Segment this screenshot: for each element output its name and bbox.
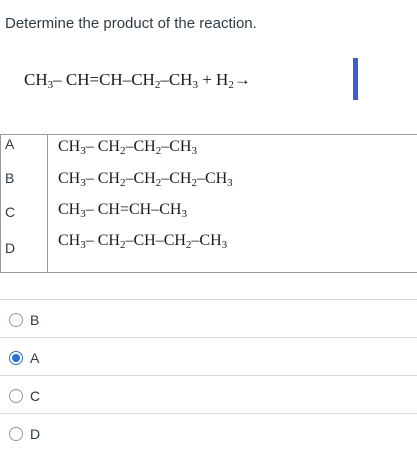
formula-part: – CH=CH–CH bbox=[85, 201, 182, 218]
reaction-part: – CH=CH–CH bbox=[53, 70, 155, 89]
formula-part: –CH bbox=[191, 232, 222, 249]
text-cursor-bar bbox=[353, 58, 358, 100]
reaction-equation: CH3– CH=CH–CH2–CH3 + H2→ bbox=[24, 70, 251, 91]
question-text: Determine the product of the reaction. bbox=[5, 15, 257, 32]
answer-label-d: D bbox=[30, 426, 41, 442]
answer-label-a: A bbox=[30, 350, 40, 366]
table-border-top bbox=[0, 134, 417, 135]
options-table: A B C D CH3– CH2–CH2–CH3 CH3– CH2–CH2–CH… bbox=[0, 134, 417, 273]
formula-part: –CH bbox=[161, 138, 192, 155]
formula-part: CH bbox=[58, 138, 81, 155]
formula-part: – CH bbox=[85, 170, 120, 187]
answer-option-a[interactable]: A bbox=[0, 340, 417, 377]
formula-part: CH bbox=[58, 170, 81, 187]
option-letter-c: C bbox=[5, 204, 16, 220]
formula-subscript: 3 bbox=[191, 145, 197, 157]
option-formula-b: CH3– CH2–CH2–CH2–CH3 bbox=[58, 170, 233, 189]
option-formula-c: CH3– CH=CH–CH3 bbox=[58, 201, 187, 220]
answer-option-c[interactable]: C bbox=[0, 378, 417, 415]
formula-part: CH bbox=[58, 232, 81, 249]
table-border-left bbox=[0, 134, 1, 273]
answer-separator bbox=[0, 337, 417, 338]
radio-button-b[interactable] bbox=[9, 313, 23, 327]
option-formula-a: CH3– CH2–CH2–CH3 bbox=[58, 138, 197, 157]
reaction-part: –CH bbox=[160, 70, 193, 89]
option-formula-d: CH3– CH2–CH–CH2–CH3 bbox=[58, 232, 228, 251]
formula-part: – CH bbox=[85, 232, 120, 249]
option-letter-a: A bbox=[5, 136, 15, 152]
radio-button-a[interactable] bbox=[9, 351, 23, 365]
formula-part: –CH bbox=[196, 170, 228, 187]
answer-separator bbox=[0, 413, 417, 414]
formula-subscript: 3 bbox=[181, 208, 187, 220]
formula-part: –CH bbox=[161, 170, 192, 187]
radio-button-d[interactable] bbox=[9, 427, 23, 441]
answer-option-d[interactable]: D bbox=[0, 416, 417, 453]
answer-label-b: B bbox=[30, 312, 40, 328]
formula-part: – CH bbox=[85, 138, 120, 155]
formula-subscript: 3 bbox=[227, 177, 233, 189]
formula-part: –CH bbox=[125, 138, 156, 155]
option-letter-b: B bbox=[5, 170, 15, 186]
formula-subscript: 3 bbox=[221, 239, 228, 251]
answer-option-b[interactable]: B bbox=[0, 302, 417, 339]
formula-part: CH bbox=[58, 201, 81, 218]
table-border-bottom bbox=[0, 272, 417, 273]
formula-part: –CH–CH bbox=[125, 232, 186, 249]
reaction-part: CH bbox=[24, 70, 48, 89]
reaction-arrow: → bbox=[233, 70, 251, 89]
answer-separator bbox=[0, 375, 417, 376]
answer-label-c: C bbox=[30, 388, 41, 404]
table-divider bbox=[47, 134, 48, 273]
formula-part: –CH bbox=[125, 170, 156, 187]
answer-separator bbox=[0, 299, 417, 300]
option-letter-d: D bbox=[5, 240, 16, 256]
reaction-part: + H bbox=[197, 70, 229, 89]
radio-button-c[interactable] bbox=[9, 389, 23, 403]
